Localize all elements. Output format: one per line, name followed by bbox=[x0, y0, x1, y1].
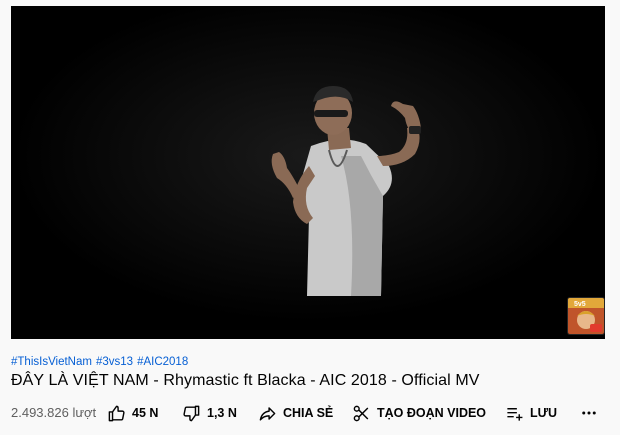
dislike-count: 1,3 N bbox=[207, 406, 237, 420]
channel-watermark[interactable]: 5v5 bbox=[568, 298, 604, 334]
more-actions-button[interactable] bbox=[578, 402, 600, 424]
share-icon bbox=[259, 406, 276, 421]
clip-button[interactable]: TẠO ĐOẠN VIDEO bbox=[352, 402, 486, 424]
video-title: ĐÂY LÀ VIỆT NAM - Rhymastic ft Blacka - … bbox=[11, 372, 480, 389]
share-button[interactable]: CHIA SẺ bbox=[258, 402, 333, 424]
dislike-button[interactable]: 1,3 N bbox=[182, 402, 237, 424]
playlist-add-icon bbox=[507, 407, 523, 421]
thumbs-up-icon bbox=[108, 405, 125, 421]
hashtag-link[interactable]: #3vs13 bbox=[96, 356, 133, 368]
hashtag-list: #ThisIsVietNam #3vs13 #AIC2018 bbox=[11, 356, 192, 368]
share-label: CHIA SẺ bbox=[283, 406, 334, 420]
like-button[interactable]: 45 N bbox=[107, 402, 158, 424]
svg-text:5v5: 5v5 bbox=[574, 301, 586, 308]
hashtag-link[interactable]: #AIC2018 bbox=[137, 356, 188, 368]
video-meta-row: 2.493.826 lượt 45 N 1,3 N CHIA SẺ TẠO ĐO… bbox=[11, 402, 605, 424]
more-horizontal-icon bbox=[582, 411, 596, 415]
video-frame bbox=[11, 6, 605, 339]
video-player[interactable]: 5v5 bbox=[11, 6, 605, 339]
view-count: 2.493.826 lượt bbox=[11, 405, 97, 420]
hashtag-link[interactable]: #ThisIsVietNam bbox=[11, 356, 92, 368]
thumbs-down-icon bbox=[183, 405, 200, 421]
clip-label: TẠO ĐOẠN VIDEO bbox=[377, 406, 487, 420]
scissors-icon bbox=[353, 405, 369, 421]
save-label: LƯU bbox=[530, 406, 558, 420]
like-count: 45 N bbox=[132, 406, 159, 420]
save-button[interactable]: LƯU bbox=[505, 402, 557, 424]
